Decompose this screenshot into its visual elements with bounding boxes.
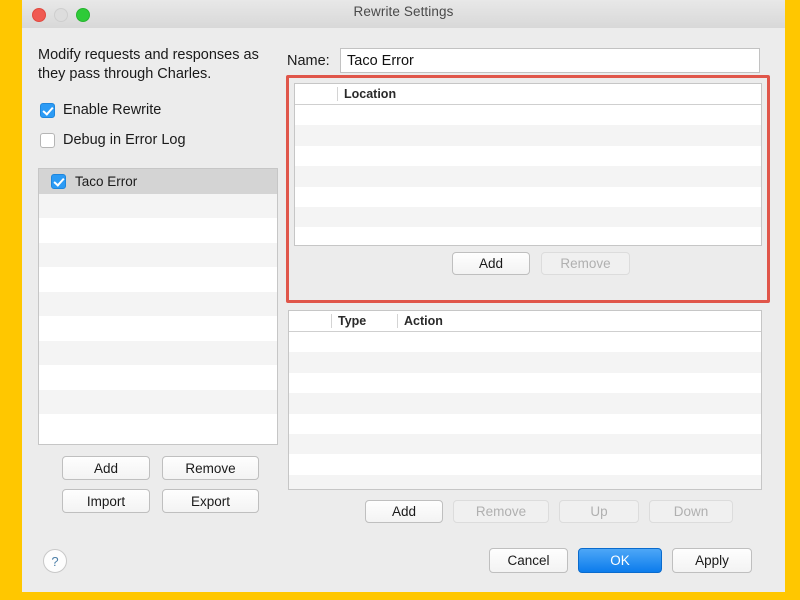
table-row[interactable]: [289, 372, 761, 394]
export-button[interactable]: Export: [162, 489, 259, 513]
name-label: Name:: [287, 53, 330, 69]
table-row[interactable]: [295, 125, 761, 146]
checkbox-checked-icon[interactable]: [40, 102, 55, 118]
rewrite-settings-window: Rewrite Settings Modify requests and res…: [22, 0, 785, 592]
list-item-empty[interactable]: [39, 267, 277, 292]
enable-rewrite-label: Enable Rewrite: [63, 102, 162, 118]
table-row[interactable]: [295, 145, 761, 167]
table-row[interactable]: [289, 433, 761, 455]
remove-rule-button[interactable]: Remove: [162, 456, 259, 480]
table-row[interactable]: [289, 454, 761, 475]
table-row[interactable]: [295, 105, 761, 126]
location-table-header: Location: [295, 84, 761, 105]
help-icon[interactable]: ?: [43, 549, 67, 573]
column-header-action[interactable]: Action: [397, 314, 737, 328]
list-item-empty[interactable]: [39, 218, 277, 243]
list-item-label: Taco Error: [75, 173, 138, 189]
column-header-location[interactable]: Location: [337, 87, 757, 101]
window-titlebar: Rewrite Settings: [22, 0, 785, 29]
ok-button[interactable]: OK: [578, 548, 662, 573]
list-item-empty[interactable]: [39, 291, 277, 316]
add-location-button[interactable]: Add: [452, 252, 530, 275]
location-table[interactable]: Location: [294, 83, 762, 246]
remove-action-button: Remove: [453, 500, 549, 523]
table-row[interactable]: [295, 227, 761, 245]
column-header-type[interactable]: Type: [331, 314, 397, 328]
rule-name-input[interactable]: [340, 48, 760, 73]
window-title: Rewrite Settings: [353, 4, 454, 19]
checkbox-unchecked-icon[interactable]: [40, 132, 55, 148]
list-item-empty[interactable]: [39, 389, 277, 414]
list-item-empty[interactable]: [39, 340, 277, 365]
checkbox-checked-icon[interactable]: [51, 173, 66, 189]
apply-button[interactable]: Apply: [672, 548, 752, 573]
table-row[interactable]: [289, 352, 761, 373]
debug-error-log-checkbox-row[interactable]: Debug in Error Log: [40, 132, 186, 148]
action-table[interactable]: Type Action: [288, 310, 762, 490]
table-row[interactable]: [289, 393, 761, 414]
add-action-button[interactable]: Add: [365, 500, 443, 523]
table-row[interactable]: [295, 166, 761, 187]
move-down-button: Down: [649, 500, 733, 523]
list-item-empty[interactable]: [39, 414, 277, 439]
list-item-empty[interactable]: [39, 193, 277, 218]
description-text: Modify requests and responses as they pa…: [38, 47, 259, 82]
import-button[interactable]: Import: [62, 489, 150, 513]
rewrite-rule-list[interactable]: Taco Error: [38, 168, 278, 445]
list-item-empty[interactable]: [39, 316, 277, 341]
list-item-empty[interactable]: [39, 242, 277, 267]
list-item-empty[interactable]: [39, 365, 277, 390]
cancel-button[interactable]: Cancel: [489, 548, 568, 573]
debug-error-log-label: Debug in Error Log: [63, 132, 186, 148]
action-table-header: Type Action: [289, 311, 761, 332]
enable-rewrite-checkbox-row[interactable]: Enable Rewrite: [40, 102, 161, 118]
table-row[interactable]: [295, 206, 761, 228]
remove-location-button: Remove: [541, 252, 630, 275]
table-row[interactable]: [289, 474, 761, 489]
list-item[interactable]: Taco Error: [39, 169, 277, 194]
move-up-button: Up: [559, 500, 639, 523]
table-row[interactable]: [295, 186, 761, 207]
add-rule-button[interactable]: Add: [62, 456, 150, 480]
table-row[interactable]: [289, 332, 761, 353]
table-row[interactable]: [289, 413, 761, 434]
dialog-content: Modify requests and responses as they pa…: [22, 28, 785, 592]
